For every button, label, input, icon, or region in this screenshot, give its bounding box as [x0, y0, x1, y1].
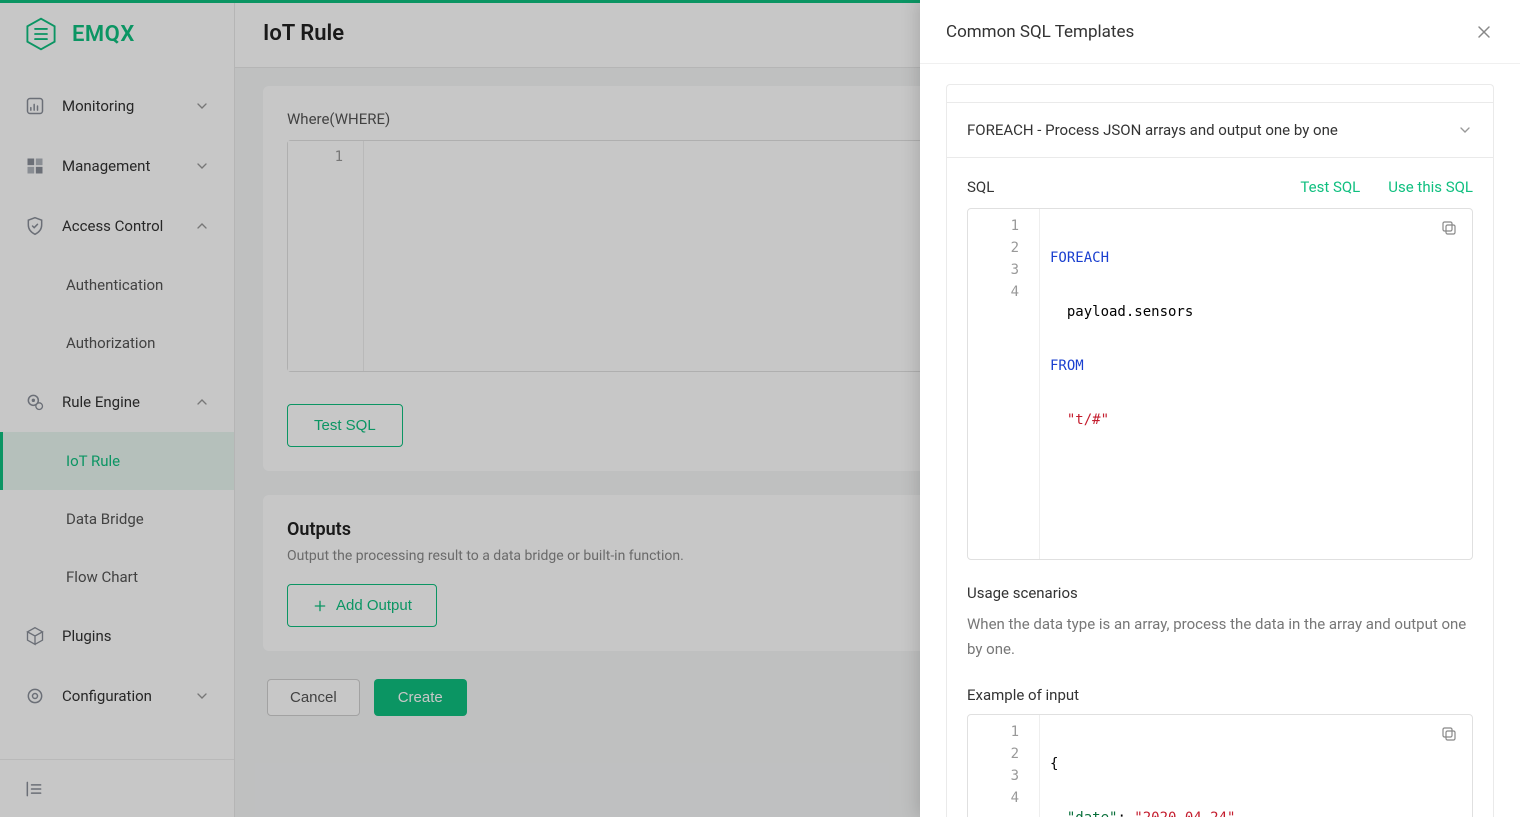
sql-code-box[interactable]: 1 2 3 4 FOREACH payload.sensors FROM "t/…: [967, 208, 1473, 560]
nav-authentication[interactable]: Authentication: [0, 256, 234, 314]
copy-icon[interactable]: [1440, 219, 1462, 241]
nav-label: Authorization: [66, 334, 155, 352]
nav-label: Data Bridge: [66, 510, 144, 528]
add-output-button[interactable]: Add Output: [287, 584, 437, 627]
gear-icon: [24, 391, 46, 413]
close-icon[interactable]: [1474, 22, 1494, 42]
plus-icon: [312, 598, 328, 614]
sql-label: SQL: [967, 178, 994, 196]
nav-rule-engine[interactable]: Rule Engine: [0, 372, 234, 432]
management-icon: [24, 155, 46, 177]
accordion-title: FOREACH - Process JSON arrays and output…: [967, 121, 1338, 139]
nav-access-control[interactable]: Access Control: [0, 196, 234, 256]
nav-label: Flow Chart: [66, 568, 138, 586]
example-gutter: 1 2 3 4: [968, 715, 1040, 817]
nav-label: Configuration: [62, 687, 152, 705]
prev-accordion-tail: [946, 84, 1494, 102]
nav-label: Monitoring: [62, 97, 134, 115]
nav-label: Rule Engine: [62, 393, 140, 411]
sql-gutter: 1 2 3 4: [968, 209, 1040, 559]
drawer-body[interactable]: FOREACH - Process JSON arrays and output…: [920, 64, 1520, 817]
nav-plugins[interactable]: Plugins: [0, 606, 234, 666]
chevron-down-icon: [194, 688, 210, 704]
monitoring-icon: [24, 95, 46, 117]
emqx-logo-icon: [24, 17, 58, 51]
accordion-panel: SQL Test SQL Use this SQL 1 2 3 4 FOREAC…: [946, 158, 1494, 817]
box-icon: [24, 625, 46, 647]
test-sql-button[interactable]: Test SQL: [287, 404, 403, 447]
nav-configuration[interactable]: Configuration: [0, 666, 234, 726]
example-code-box: 1 2 3 4 { "date": "2020-04-24", "sensors…: [967, 714, 1473, 817]
drawer-header: Common SQL Templates: [920, 0, 1520, 64]
cancel-button[interactable]: Cancel: [267, 679, 360, 716]
chevron-down-icon: [194, 158, 210, 174]
sql-code: FOREACH payload.sensors FROM "t/#": [1040, 209, 1472, 559]
chevron-up-icon: [194, 394, 210, 410]
nav-monitoring[interactable]: Monitoring: [0, 76, 234, 136]
page-title: IoT Rule: [263, 21, 344, 46]
example-input-title: Example of input: [967, 686, 1473, 704]
nav-label: IoT Rule: [66, 452, 120, 470]
use-this-sql-link[interactable]: Use this SQL: [1388, 178, 1473, 196]
nav-iot-rule[interactable]: IoT Rule: [0, 432, 234, 490]
settings-icon: [24, 685, 46, 707]
logo-text: EMQX: [72, 22, 135, 47]
sidebar-collapse[interactable]: [0, 759, 234, 817]
accordion-foreach[interactable]: FOREACH - Process JSON arrays and output…: [946, 102, 1494, 158]
shield-icon: [24, 215, 46, 237]
nav-flow-chart[interactable]: Flow Chart: [0, 548, 234, 606]
nav-label: Management: [62, 157, 150, 175]
sql-header-row: SQL Test SQL Use this SQL: [967, 178, 1473, 196]
nav-authorization[interactable]: Authorization: [0, 314, 234, 372]
chevron-up-icon: [194, 218, 210, 234]
nav: Monitoring Management Access Control Aut…: [0, 68, 234, 759]
drawer-title: Common SQL Templates: [946, 22, 1134, 42]
line-gutter: 1: [288, 141, 364, 371]
chevron-down-icon: [194, 98, 210, 114]
chevron-down-icon: [1457, 122, 1473, 138]
nav-label: Authentication: [66, 276, 163, 294]
usage-scenarios-desc: When the data type is an array, process …: [967, 612, 1473, 662]
nav-label: Access Control: [62, 217, 163, 235]
collapse-icon: [24, 779, 44, 799]
nav-data-bridge[interactable]: Data Bridge: [0, 490, 234, 548]
test-sql-link[interactable]: Test SQL: [1300, 178, 1360, 196]
sql-templates-drawer: Common SQL Templates FOREACH - Process J…: [920, 0, 1520, 817]
usage-scenarios-title: Usage scenarios: [967, 584, 1473, 602]
example-code: { "date": "2020-04-24", "sensors": [ {: [1040, 715, 1472, 817]
sidebar: EMQX Monitoring Management Access Contro…: [0, 0, 235, 817]
nav-label: Plugins: [62, 627, 111, 645]
logo-bar: EMQX: [0, 0, 234, 68]
copy-icon[interactable]: [1440, 725, 1462, 747]
add-output-label: Add Output: [336, 597, 412, 614]
create-button[interactable]: Create: [374, 679, 467, 716]
nav-management[interactable]: Management: [0, 136, 234, 196]
